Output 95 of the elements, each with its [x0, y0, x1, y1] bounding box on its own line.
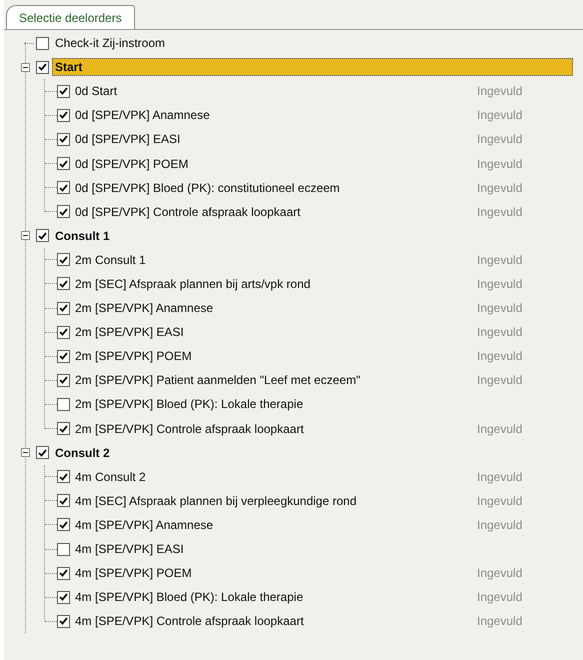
tree-item[interactable]: 0d [SPE/VPK] POEM [75, 154, 475, 173]
checkbox[interactable] [57, 542, 70, 556]
tree-item[interactable]: 2m [SPE/VPK] EASI [75, 323, 475, 342]
checkmark-icon [59, 569, 68, 578]
checkbox[interactable] [36, 229, 49, 242]
checkbox[interactable] [57, 132, 70, 146]
collapse-icon[interactable] [21, 231, 30, 240]
checkbox[interactable] [57, 470, 70, 484]
tree-item[interactable]: 4m [SEC] Afspraak plannen bij verpleegkundige rond [75, 492, 475, 510]
status-text: Ingevuld [477, 83, 524, 100]
tree-item[interactable]: 2m [SPE/VPK] Controle afspraak loopkaart [75, 420, 475, 438]
status-text: Ingevuld [477, 348, 524, 366]
checkmark-icon [59, 184, 68, 192]
checkbox[interactable] [57, 253, 70, 266]
checkbox[interactable] [57, 422, 70, 436]
tree-item[interactable]: 0d [SPE/VPK] EASI [75, 130, 475, 148]
checkbox[interactable] [57, 518, 70, 532]
checkbox[interactable] [57, 398, 70, 411]
checkbox[interactable] [57, 350, 70, 363]
checkmark-icon [59, 256, 68, 264]
status-text: Ingevuld [477, 420, 524, 438]
status-text: Ingevuld [477, 107, 524, 124]
checkbox[interactable] [57, 84, 70, 98]
collapse-icon[interactable] [21, 448, 30, 458]
checkbox[interactable] [57, 566, 70, 580]
status-text: Ingevuld [477, 252, 524, 269]
status-text: Ingevuld [477, 204, 524, 221]
tab[interactable]: Selectie deelorders [6, 5, 135, 29]
tree-item[interactable]: 0d [SPE/VPK] Anamnese [75, 106, 475, 124]
tree-item[interactable]: 0d [SPE/VPK] Controle afspraak loopkaart [75, 202, 475, 221]
checkbox[interactable] [57, 590, 70, 604]
tree-item[interactable]: 2m [SPE/VPK] Bloed (PK): Lokale therapie [75, 395, 475, 414]
checkmark-icon [59, 593, 68, 602]
checkmark-icon [59, 617, 68, 626]
tree-item[interactable]: 4m [SPE/VPK] Anamnese [75, 516, 475, 534]
checkmark-icon [59, 280, 68, 288]
checkbox[interactable] [57, 277, 70, 290]
checkbox[interactable] [57, 157, 70, 170]
status-text: Ingevuld [477, 276, 524, 293]
status-text: Ingevuld [477, 156, 524, 173]
checkmark-icon [59, 376, 68, 384]
tree-item[interactable]: 4m [SPE/VPK] POEM [75, 564, 475, 582]
tree-item[interactable]: Consult 2 [52, 444, 113, 462]
checkbox[interactable] [57, 494, 70, 508]
checkbox[interactable] [57, 614, 70, 628]
status-text: Ingevuld [477, 131, 524, 148]
tree-item[interactable]: 4m [SPE/VPK] EASI [75, 540, 475, 558]
status-text: Ingevuld [477, 565, 524, 582]
checkmark-icon [59, 208, 68, 216]
status-text: Ingevuld [477, 372, 524, 390]
tree-item[interactable]: 2m [SEC] Afspraak plannen bij arts/vpk rond [75, 274, 475, 293]
checkmark-icon [59, 520, 68, 529]
status-text: Ingevuld [477, 180, 524, 197]
status-text: Ingevuld [477, 613, 524, 630]
tree-item[interactable]: 0d Start [75, 82, 475, 100]
checkbox[interactable] [57, 205, 70, 218]
tree-item[interactable]: 4m [SPE/VPK] Bloed (PK): Lokale therapie [75, 588, 475, 606]
tree-item[interactable]: 2m [SPE/VPK] Patient aanmelden "Leef met eczeem" [75, 371, 475, 390]
checkbox[interactable] [36, 446, 49, 460]
checkmark-icon [59, 87, 68, 96]
checkmark-icon [59, 472, 68, 481]
checkmark-icon [59, 135, 68, 144]
tree-item[interactable]: Start [52, 58, 573, 76]
tree-item[interactable]: 4m [SPE/VPK] Controle afspraak loopkaart [75, 612, 475, 630]
tree-item[interactable]: 2m Consult 1 [75, 250, 475, 269]
status-text: Ingevuld [477, 300, 524, 318]
status-text: Ingevuld [477, 468, 524, 486]
checkbox[interactable] [57, 326, 70, 339]
checkmark-icon [59, 304, 68, 312]
checkbox[interactable] [57, 108, 70, 122]
checkbox[interactable] [57, 302, 70, 315]
status-text: Ingevuld [477, 324, 524, 342]
tree-item[interactable]: Consult 1 [52, 226, 113, 245]
status-text: Ingevuld [477, 589, 524, 606]
status-text: Ingevuld [477, 516, 524, 534]
checkmark-icon [38, 63, 47, 72]
checkbox[interactable] [57, 374, 70, 387]
checkmark-icon [38, 232, 47, 240]
checkmark-icon [59, 111, 68, 120]
status-text: Ingevuld [477, 492, 524, 510]
checkmark-icon [59, 160, 68, 168]
checkmark-icon [59, 496, 68, 505]
checkbox[interactable] [36, 36, 49, 50]
collapse-icon[interactable] [21, 62, 30, 72]
checkmark-icon [59, 352, 68, 360]
checkbox[interactable] [36, 60, 49, 74]
checkmark-icon [59, 424, 68, 433]
checkmark-icon [59, 328, 68, 336]
tree-item[interactable]: Check-it Zij-instroom [52, 34, 168, 52]
tree-item[interactable]: 2m [SPE/VPK] POEM [75, 347, 475, 366]
checkmark-icon [38, 448, 47, 457]
checkbox[interactable] [57, 181, 70, 194]
tree-item[interactable]: 4m Consult 2 [75, 468, 475, 486]
tree-item[interactable]: 2m [SPE/VPK] Anamnese [75, 299, 475, 318]
tree-item[interactable]: 0d [SPE/VPK] Bloed (PK): constitutioneel eczeem [75, 178, 475, 197]
